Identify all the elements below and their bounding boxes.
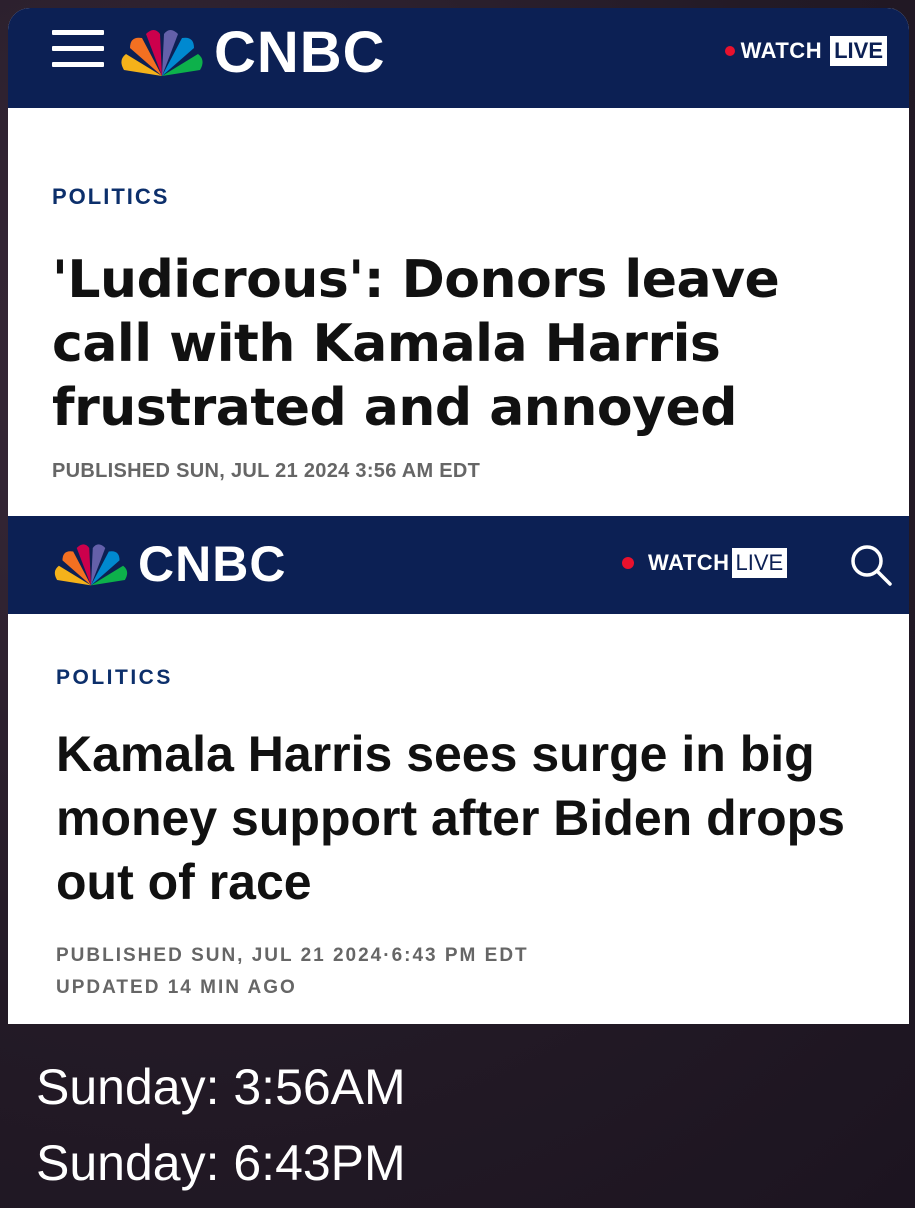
headline-2: Kamala Harris sees surge in big money su… <box>56 726 845 910</box>
article-card-1: CNBC WATCH LIVE POLITICS 'Ludicrous': Do… <box>8 8 909 516</box>
article-card-2: CNBC WATCH LIVE POLITICS Kamala Harris s… <box>8 516 909 1024</box>
cnbc-header-1: CNBC WATCH LIVE <box>8 8 909 108</box>
watch-label-1: WATCH <box>740 38 823 63</box>
nbc-peacock-icon <box>54 544 128 586</box>
section-label-1[interactable]: POLITICS <box>52 184 169 210</box>
updated-time-2: UPDATED 14 MIN AGO <box>56 977 297 998</box>
watch-label-2: WATCH <box>648 550 730 575</box>
watch-live-button-1[interactable]: WATCH LIVE <box>724 36 887 66</box>
hamburger-icon[interactable] <box>52 30 104 74</box>
published-info-2: PUBLISHED SUN, JUL 21 2024·6:43 PM EDT U… <box>56 940 529 1004</box>
headline-1: 'Ludicrous': Donors leave call with Kama… <box>52 250 780 438</box>
search-icon[interactable] <box>848 542 894 588</box>
caption-line-1: Sunday: 3:56AM <box>36 1059 406 1115</box>
caption-line-2: Sunday: 6:43PM <box>36 1135 406 1191</box>
live-badge-2: LIVE <box>731 548 788 578</box>
published-date-2: PUBLISHED SUN, JUL 21 2024·6:43 PM EDT <box>56 945 529 966</box>
logo-text-1: CNBC <box>214 19 386 85</box>
live-dot-icon <box>622 557 634 569</box>
cnbc-logo-2[interactable]: CNBC <box>50 536 287 592</box>
published-date-1: PUBLISHED SUN, JUL 21 2024 3:56 AM EDT <box>52 460 481 482</box>
section-label-2[interactable]: POLITICS <box>56 666 173 690</box>
logo-text-2: CNBC <box>138 536 287 592</box>
cnbc-logo-1[interactable]: CNBC <box>116 20 386 85</box>
live-badge-1: LIVE <box>830 36 887 66</box>
nbc-peacock-icon <box>121 30 203 76</box>
watch-live-button-2[interactable]: WATCH LIVE <box>622 548 788 578</box>
cnbc-header-2: CNBC WATCH LIVE <box>8 516 909 614</box>
live-dot-icon <box>724 46 735 56</box>
